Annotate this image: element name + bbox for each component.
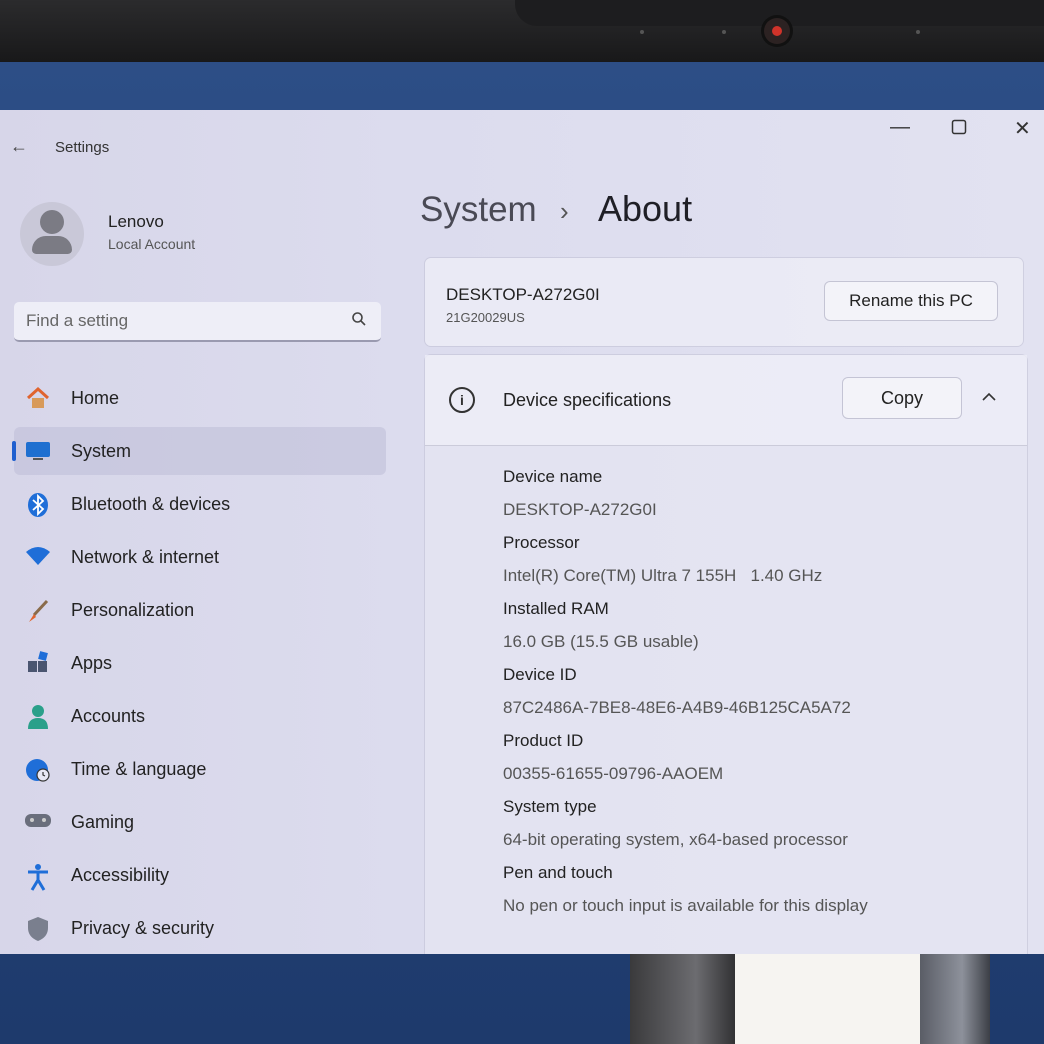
minimize-icon[interactable]: — (890, 116, 910, 139)
desk-object (735, 950, 923, 1044)
sidebar-item-gaming[interactable]: Gaming (14, 798, 386, 846)
sidebar-item-personalization[interactable]: Personalization (14, 586, 386, 634)
sidebar-item-label: Home (71, 388, 120, 408)
back-arrow-icon[interactable]: ← (10, 136, 28, 157)
sidebar-item-label: Personalization (71, 600, 195, 620)
device-specifications-card: i Device specifications Copy Device name… (425, 355, 1027, 954)
sidebar-item-label: Network & internet (71, 547, 220, 567)
maximize-icon[interactable] (951, 118, 967, 141)
profile-account-type: Local Account (108, 236, 196, 252)
search-box[interactable] (14, 302, 381, 342)
sidebar-item-label: Accessibility (71, 865, 170, 885)
section-title: Device specifications (503, 390, 672, 410)
home-icon (24, 386, 52, 410)
close-icon[interactable]: ✕ (1014, 116, 1031, 141)
spec-label: Device ID (503, 665, 577, 684)
sidebar-item-time-language[interactable]: Time & language (14, 745, 386, 793)
sidebar-item-privacy-security[interactable]: Privacy & security (14, 904, 386, 952)
bluetooth-icon (24, 492, 52, 517)
brush-icon (24, 598, 52, 622)
spec-label: Device name (503, 467, 603, 486)
pc-model: 21G20029US (446, 310, 525, 325)
sidebar-item-label: Accounts (71, 706, 146, 726)
sidebar-item-apps[interactable]: Apps (14, 639, 386, 687)
selection-indicator (12, 441, 16, 461)
profile-name: Lenovo (108, 212, 164, 231)
accessibility-icon (24, 863, 52, 891)
spec-value: 87C2486A-7BE8-48E6-A4B9-46B125CA5A72 (503, 698, 851, 717)
copy-button[interactable]: Copy (843, 378, 961, 418)
desk-object (920, 950, 990, 1044)
avatar-head (40, 210, 64, 234)
device-specifications-header[interactable]: i Device specifications Copy (425, 355, 1027, 446)
spec-value: 64-bit operating system, x64-based proce… (503, 830, 848, 849)
search-icon[interactable] (351, 311, 367, 332)
sensor-dot (640, 30, 644, 34)
sidebar-item-label: Time & language (71, 759, 207, 779)
sidebar-item-accounts[interactable]: Accounts (14, 692, 386, 740)
sidebar-item-label: System (71, 441, 132, 461)
settings-window: ← Settings — ✕ Lenovo Local Account Home (0, 110, 1044, 954)
sidebar-nav: Home System Bluetooth & devices Network … (0, 374, 400, 954)
sidebar-item-label: Privacy & security (71, 918, 215, 938)
info-icon: i (449, 387, 475, 413)
spec-value: 16.0 GB (15.5 GB usable) (503, 632, 699, 651)
avatar[interactable] (20, 202, 84, 266)
sidebar-item-label: Gaming (71, 812, 135, 832)
avatar-body (32, 236, 72, 254)
spec-value: No pen or touch input is available for t… (503, 896, 868, 915)
shield-icon (24, 916, 52, 941)
breadcrumb-separator: › (560, 196, 569, 226)
person-icon (24, 704, 52, 729)
apps-icon (24, 651, 52, 675)
page-title: About (598, 188, 693, 229)
sidebar-item-accessibility[interactable]: Accessibility (14, 851, 386, 899)
sensor-dot (916, 30, 920, 34)
sidebar-item-label: Apps (71, 653, 113, 673)
rename-pc-button[interactable]: Rename this PC (825, 282, 997, 320)
search-input[interactable] (14, 302, 348, 340)
spec-label: Product ID (503, 731, 584, 750)
pc-name: DESKTOP-A272G0I (446, 285, 600, 304)
wifi-icon (24, 545, 52, 569)
breadcrumb-parent[interactable]: System (420, 190, 537, 230)
spec-value: 00355-61655-09796-AAOEM (503, 764, 724, 783)
controller-icon (24, 810, 52, 834)
spec-label: Installed RAM (503, 599, 609, 618)
pc-name-card: DESKTOP-A272G0I 21G20029US Rename this P… (425, 258, 1023, 346)
title-bar: ← Settings — ✕ (0, 110, 1044, 180)
spec-value: Intel(R) Core(TM) Ultra 7 155H 1.40 GHz (503, 566, 823, 585)
system-icon (24, 439, 52, 463)
chevron-up-icon[interactable] (981, 387, 997, 408)
sidebar-item-home[interactable]: Home (14, 374, 386, 422)
spec-value: DESKTOP-A272G0I (503, 500, 657, 519)
sensor-dot (722, 30, 726, 34)
webcam-icon (764, 18, 790, 44)
spec-label: Pen and touch (503, 863, 613, 882)
spec-list: Device name DESKTOP-A272G0I Processor In… (503, 460, 868, 922)
sidebar-item-bluetooth[interactable]: Bluetooth & devices (14, 480, 386, 528)
spec-label: Processor (503, 533, 580, 552)
sidebar-item-system[interactable]: System (12, 427, 386, 475)
sidebar-item-label: Bluetooth & devices (71, 494, 231, 514)
spec-label: System type (503, 797, 597, 816)
sidebar-item-network[interactable]: Network & internet (14, 533, 386, 581)
app-title: Settings (55, 139, 110, 156)
desk-object (630, 950, 740, 1044)
globe-clock-icon (24, 757, 52, 782)
